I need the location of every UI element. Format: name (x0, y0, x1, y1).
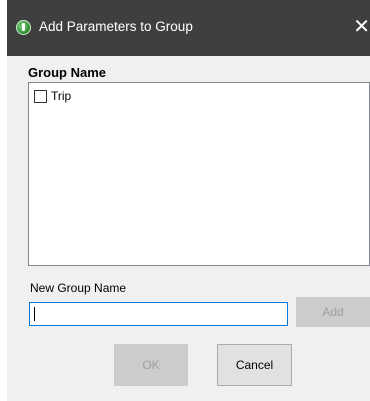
group-list[interactable]: Trip (28, 82, 370, 266)
new-group-name-input[interactable] (29, 302, 288, 326)
ok-button[interactable]: OK (114, 344, 188, 386)
add-button[interactable]: Add (296, 297, 370, 327)
list-item-trip[interactable]: Trip (34, 88, 71, 104)
app-logo-icon (16, 20, 31, 35)
title-bar: Add Parameters to Group ✕ (7, 0, 370, 56)
trip-checkbox[interactable] (34, 89, 47, 103)
group-name-label: Group Name (28, 65, 107, 80)
list-item-label: Trip (51, 89, 72, 103)
cancel-button[interactable]: Cancel (217, 344, 292, 386)
new-group-name-label: New Group Name (30, 281, 127, 295)
text-caret (34, 307, 35, 321)
dialog-window: Add Parameters to Group ✕ Group Name Tri… (7, 0, 370, 401)
window-title: Add Parameters to Group (39, 19, 193, 34)
close-icon[interactable]: ✕ (348, 10, 370, 44)
